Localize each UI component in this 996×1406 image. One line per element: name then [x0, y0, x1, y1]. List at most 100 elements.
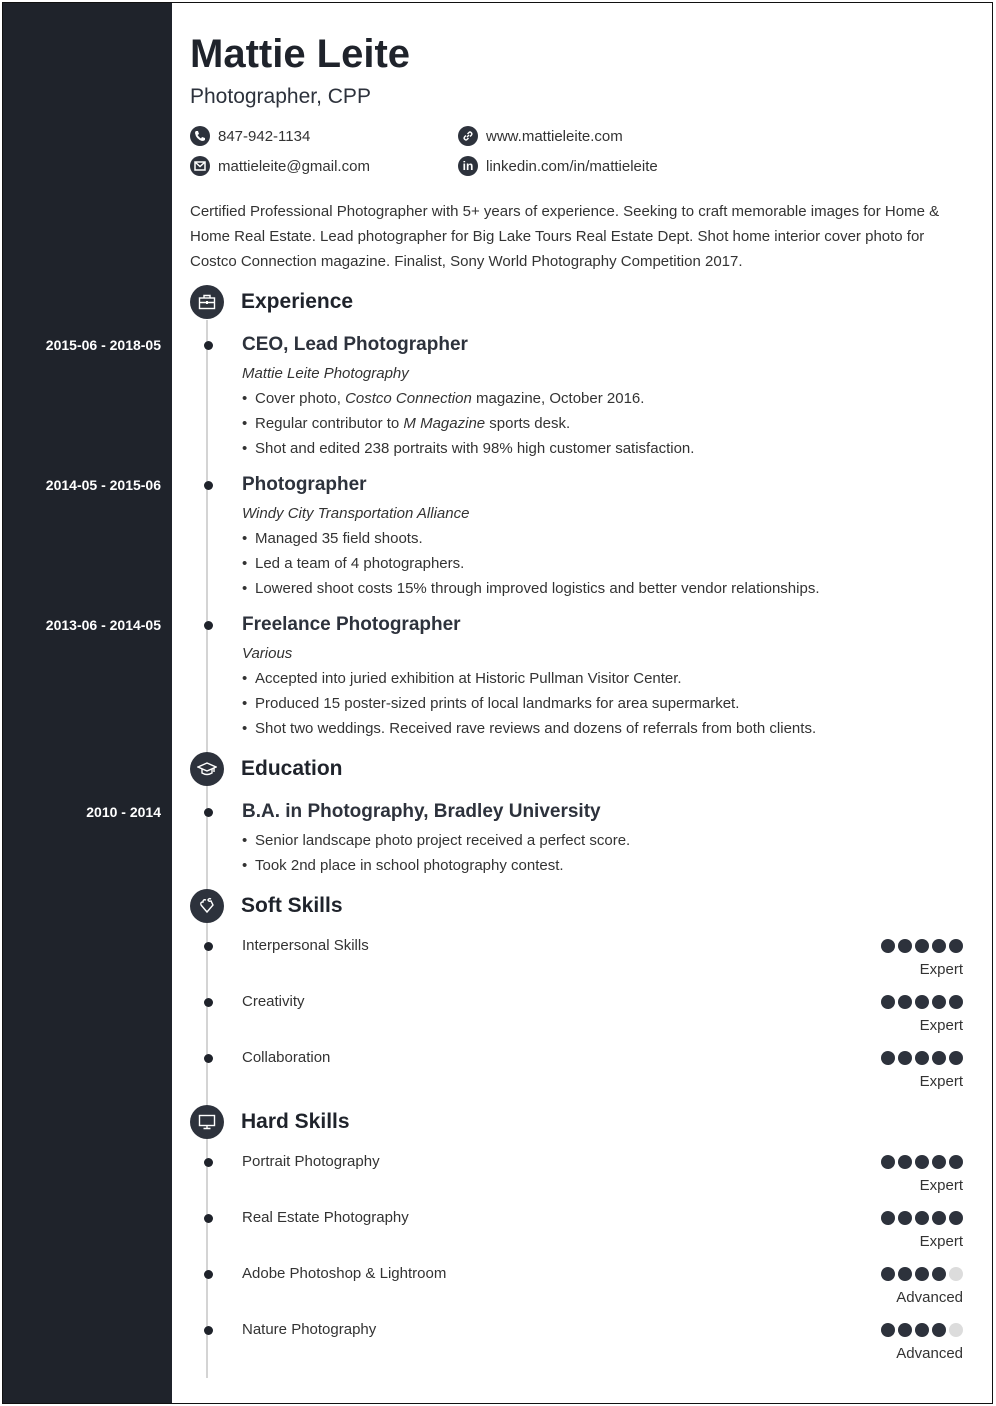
company-name: Mattie Leite Photography	[242, 365, 409, 382]
bullet-text: Produced 15 poster-sized prints of local…	[255, 695, 740, 712]
rating-dot-filled	[898, 939, 912, 953]
skill-row: Adobe Photoshop & Lightroom Advanced	[190, 1262, 963, 1318]
resume-sections: Experience 2015-06 - 2018-05 CEO, Lead Ph…	[46, 285, 963, 1374]
bullet-item: Shot two weddings. Received rave reviews…	[242, 716, 963, 741]
timeline-dot	[204, 1158, 213, 1167]
rating-dot-filled	[932, 1211, 946, 1225]
bullet-item: Managed 35 field shoots.	[242, 526, 963, 551]
linkedin-icon: in	[458, 156, 478, 176]
rating-dot-filled	[949, 1155, 963, 1169]
rating-dot-filled	[932, 1155, 946, 1169]
phone-number: 847-942-1134	[218, 127, 311, 145]
bullet-text: Regular contributor to	[255, 415, 404, 432]
rating-dot-filled	[932, 1267, 946, 1281]
education-section: Education 2010 - 2014 B.A. in Photography…	[86, 752, 963, 878]
rating-dot-filled	[915, 995, 929, 1009]
bullet-text: Cover photo,	[255, 390, 346, 407]
rating-dot-filled	[881, 939, 895, 953]
rating-dot-filled	[932, 995, 946, 1009]
job-entry: 2013-06 - 2014-05 Freelance Photographer V…	[46, 609, 963, 741]
job-dates: 2015-06 - 2018-05	[45, 337, 161, 353]
rating-dot-filled	[898, 1155, 912, 1169]
experience-header: Experience	[190, 285, 963, 319]
rating-dot-filled	[881, 995, 895, 1009]
rating-dot-filled	[881, 1267, 895, 1281]
degree-title: B.A. in Photography, Bradley University	[242, 801, 601, 822]
website-link[interactable]: www.mattieleite.com	[486, 128, 623, 145]
soft-skills-title: Soft Skills	[241, 894, 343, 917]
candidate-name: Mattie Leite	[190, 32, 411, 76]
skill-name: Interpersonal Skills	[242, 937, 369, 954]
linkedin-link[interactable]: linkedin.com/in/mattieleite	[486, 158, 658, 175]
puzzle-hand-icon	[190, 889, 224, 923]
timeline-dot	[204, 1326, 213, 1335]
rating-dot-filled	[898, 1211, 912, 1225]
experience-section: Experience 2015-06 - 2018-05 CEO, Lead Ph…	[46, 285, 963, 741]
job-entry: 2015-06 - 2018-05 CEO, Lead Photographer M…	[46, 329, 963, 461]
publication-name: M Magazine	[403, 415, 486, 432]
bullet-text: magazine, October 2016.	[471, 390, 645, 407]
bullet-text: Lowered shoot costs 15% through improved…	[255, 580, 820, 597]
timeline-dot	[204, 1054, 213, 1063]
rating-dot-filled	[932, 1051, 946, 1065]
email-link[interactable]: mattieleite@gmail.com	[218, 158, 370, 175]
job-bullets: Accepted into juried exhibition at Histo…	[242, 666, 963, 741]
skill-name: Adobe Photoshop & Lightroom	[242, 1265, 447, 1282]
company-name: Various	[242, 645, 293, 662]
rating-dot-filled	[898, 995, 912, 1009]
skill-rating	[881, 1267, 963, 1281]
rating-dot-filled	[915, 1155, 929, 1169]
skill-row: Portrait Photography Expert	[190, 1150, 963, 1206]
bullet-text: Led a team of 4 photographers.	[255, 555, 465, 572]
bullet-item: Produced 15 poster-sized prints of local…	[242, 691, 963, 716]
skill-rating	[881, 1323, 963, 1337]
bullet-item: Lowered shoot costs 15% through improved…	[242, 576, 963, 601]
job-bullets: Managed 35 field shoots. Led a team of 4 …	[242, 526, 963, 601]
rating-dot-filled	[949, 1051, 963, 1065]
skill-rating	[881, 995, 963, 1009]
contact-email: mattieleite@gmail.com	[190, 156, 370, 176]
rating-dot-empty	[949, 1323, 963, 1337]
education-title: Education	[241, 757, 343, 780]
bullet-text: sports desk.	[485, 415, 571, 432]
job-bullets: Cover photo, Costco Connection magazine,…	[242, 386, 963, 461]
bullet-text: Shot and edited 238 portraits with 98% h…	[255, 440, 695, 457]
bullet-item: Senior landscape photo project received …	[242, 828, 963, 853]
bullet-item: Shot and edited 238 portraits with 98% h…	[242, 436, 963, 461]
rating-dot-filled	[915, 1323, 929, 1337]
skill-row: Creativity Expert	[190, 990, 963, 1046]
skill-name: Creativity	[242, 993, 305, 1010]
rating-dot-filled	[898, 1323, 912, 1337]
company-name: Windy City Transportation Alliance	[242, 505, 470, 522]
timeline-dot	[204, 808, 213, 817]
rating-dot-filled	[932, 1323, 946, 1337]
education-entry: 2010 - 2014 B.A. in Photography, Bradley …	[86, 796, 963, 878]
skill-level: Advanced	[896, 1289, 963, 1306]
publication-name: Costco Connection	[345, 390, 472, 407]
skill-name: Nature Photography	[242, 1321, 377, 1338]
rating-dot-filled	[881, 1155, 895, 1169]
bullet-item: Took 2nd place in school photography con…	[242, 853, 963, 878]
timeline-dot	[204, 998, 213, 1007]
skill-rating	[881, 1211, 963, 1225]
contact-website: www.mattieleite.com	[458, 126, 623, 146]
rating-dot-filled	[915, 1267, 929, 1281]
skill-level: Advanced	[896, 1345, 963, 1362]
bullet-text: Managed 35 field shoots.	[255, 530, 423, 547]
skill-row: Real Estate Photography Expert	[190, 1206, 963, 1262]
timeline-dot	[204, 942, 213, 951]
summary: Certified Professional Photographer with…	[190, 203, 940, 270]
rating-dot-filled	[949, 995, 963, 1009]
skill-level: Expert	[919, 1177, 963, 1194]
rating-dot-filled	[949, 939, 963, 953]
job-entry: 2014-05 - 2015-06 Photographer Windy City …	[46, 469, 963, 601]
rating-dot-filled	[949, 1211, 963, 1225]
timeline-dot	[204, 341, 213, 350]
job-dates: 2014-05 - 2015-06	[45, 477, 161, 493]
skill-rating	[881, 1155, 963, 1169]
rating-dot-filled	[915, 1051, 929, 1065]
hard-skills-section: Hard Skills Portrait Photography Expert Re…	[190, 1105, 963, 1374]
job-title: Photographer	[242, 474, 367, 495]
timeline-dot	[204, 1270, 213, 1279]
soft-skills-section: Soft Skills Interpersonal Skills Expert Cr…	[190, 889, 963, 1102]
